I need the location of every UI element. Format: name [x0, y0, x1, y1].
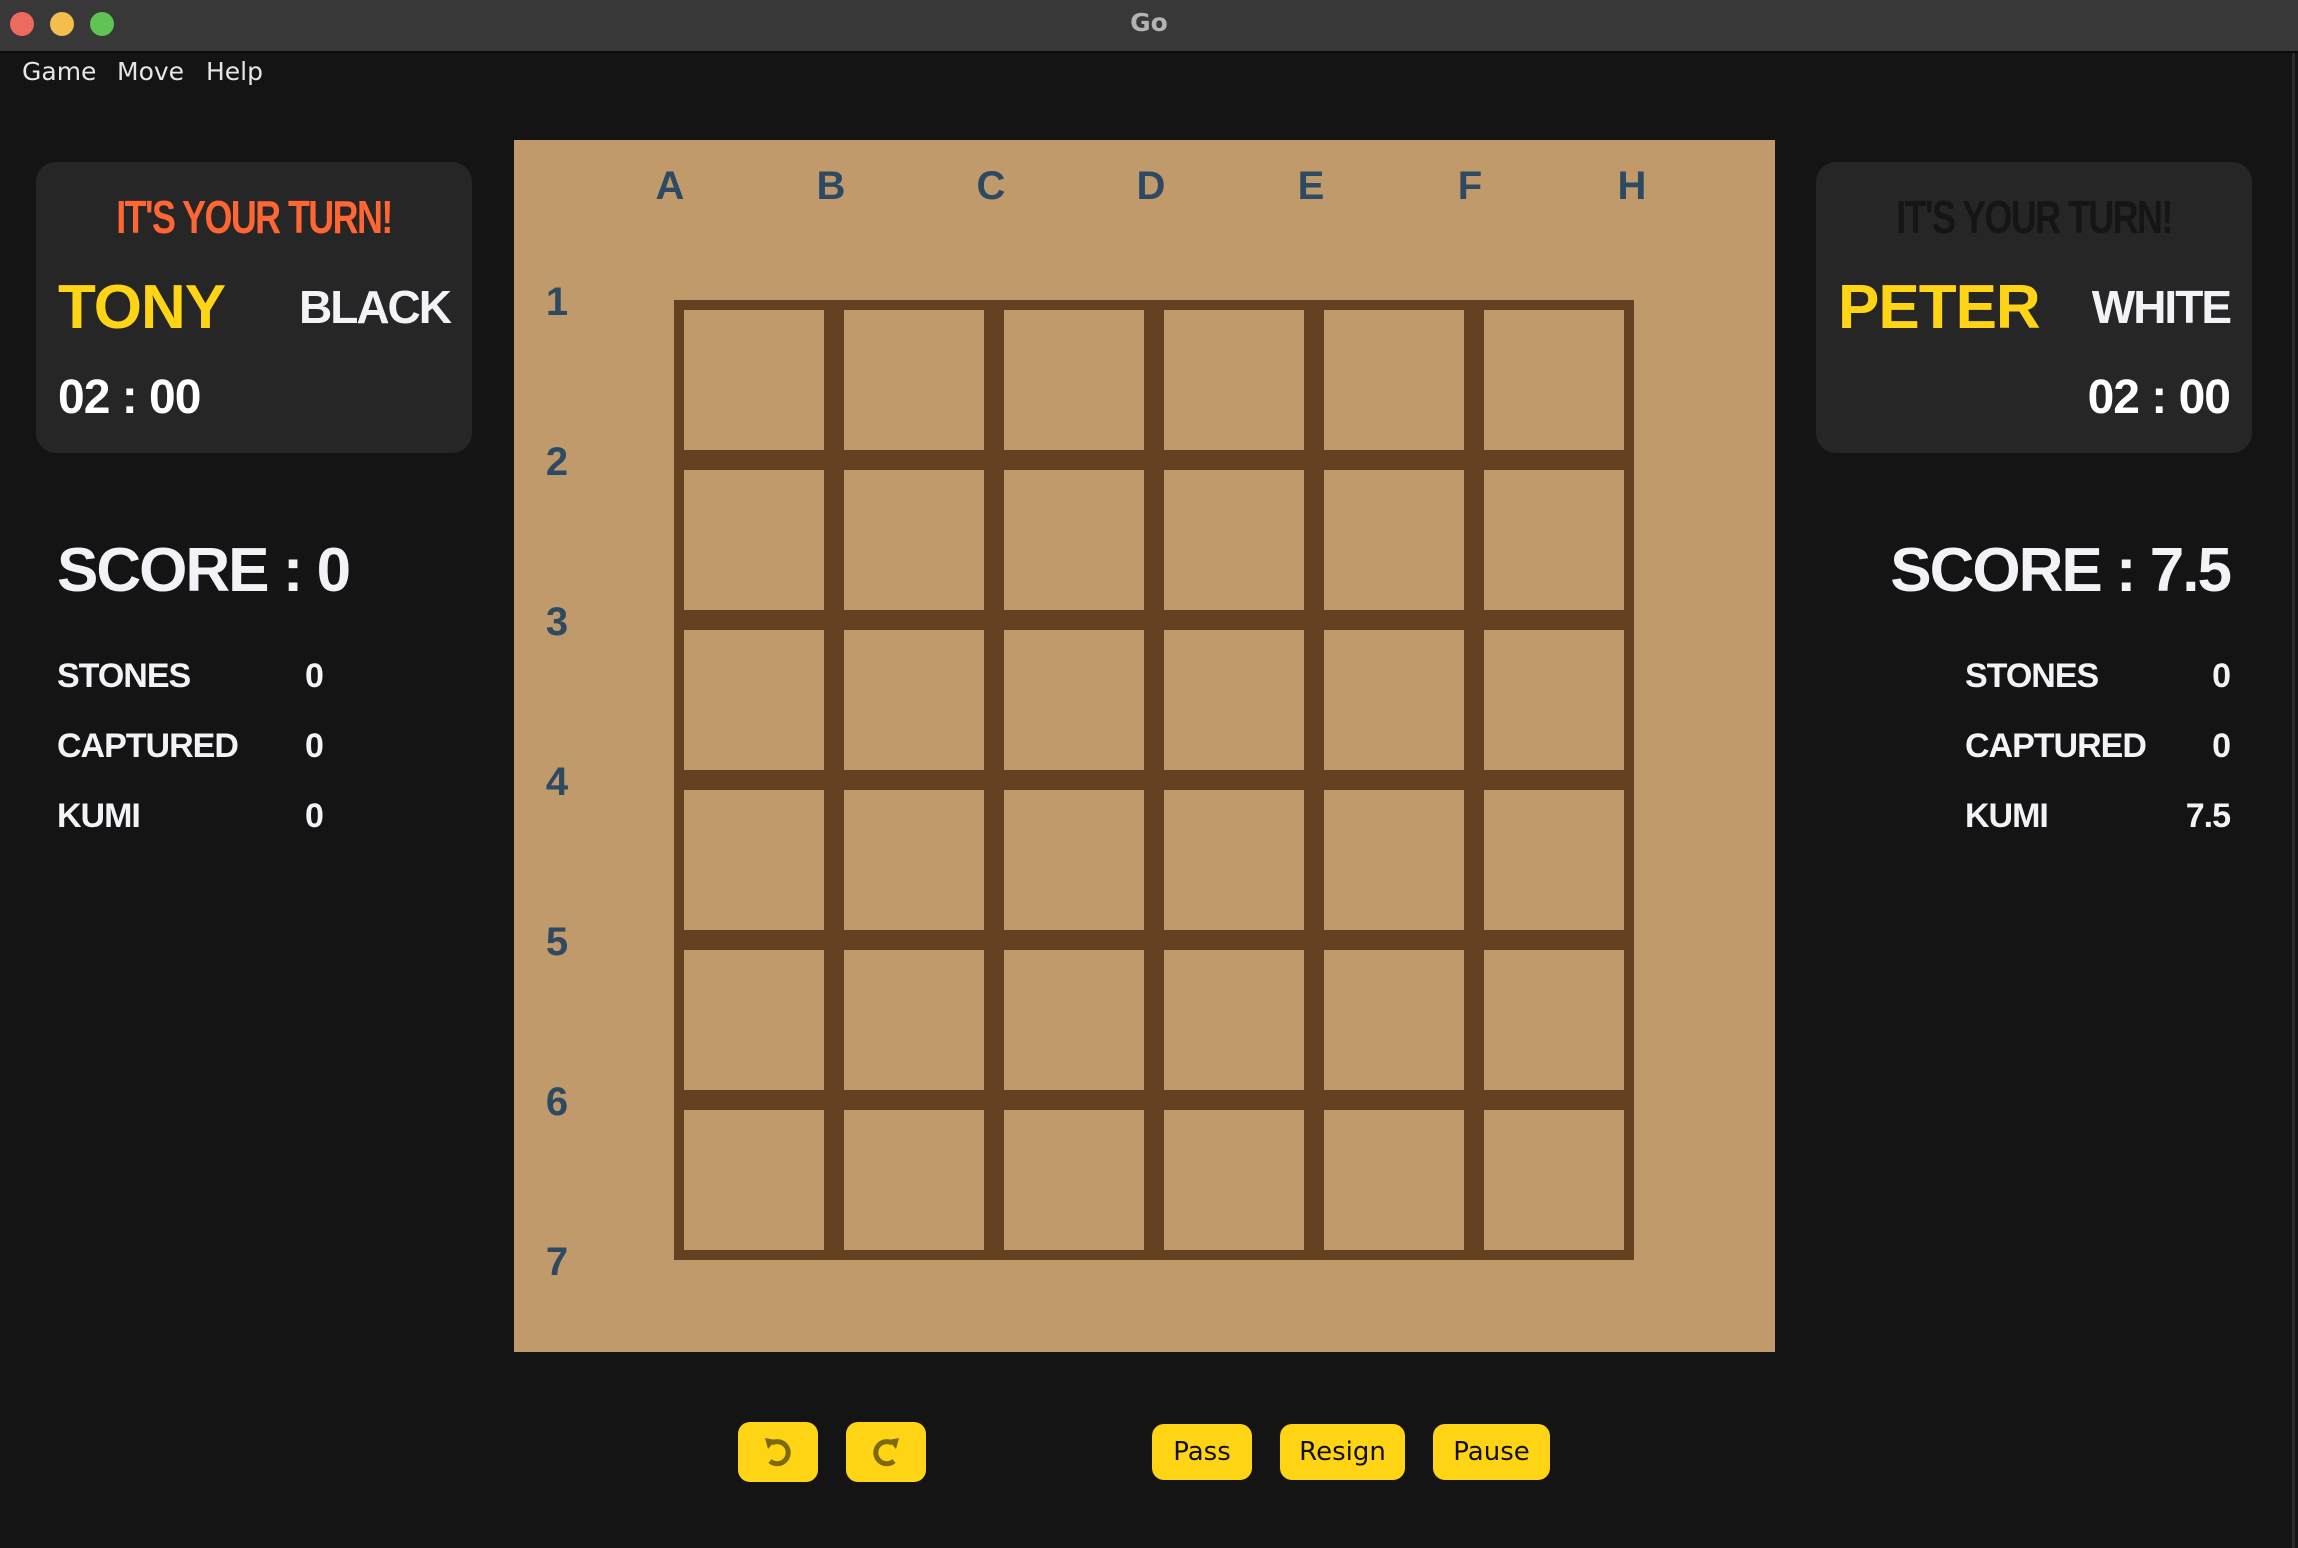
player2-name: PETER: [1838, 273, 2041, 342]
board-cell[interactable]: [1164, 470, 1304, 610]
player1-captured-label: CAPTURED: [57, 727, 239, 765]
title-bar: Go: [0, 0, 2298, 53]
board-cell[interactable]: [684, 950, 824, 1090]
resign-button[interactable]: Resign: [1280, 1424, 1405, 1480]
player2-kumi-value: 7.5: [2185, 797, 2231, 835]
board-cell[interactable]: [1484, 470, 1624, 610]
player2-stone-color: WHITE: [2091, 281, 2232, 333]
row-label: 4: [545, 760, 569, 804]
menu-bar: Game Move Help: [0, 53, 2298, 101]
window-edge: [2292, 53, 2295, 1548]
column-label: B: [816, 164, 846, 208]
player1-stones-value: 0: [305, 657, 324, 695]
board-cell[interactable]: [1484, 950, 1624, 1090]
board-grid[interactable]: [674, 300, 1634, 1260]
board-cell[interactable]: [1004, 790, 1144, 930]
column-label: A: [655, 164, 685, 208]
player1-turn-indicator: IT'S YOUR TURN!: [116, 191, 393, 243]
board-cell[interactable]: [684, 790, 824, 930]
board-cell[interactable]: [1324, 470, 1464, 610]
board-cell[interactable]: [684, 310, 824, 450]
column-label: H: [1617, 164, 1647, 208]
player2-captured-value: 0: [2212, 727, 2231, 765]
player1-kumi-value: 0: [305, 797, 324, 835]
player2-stones-value: 0: [2212, 657, 2231, 695]
player1-stones-label: STONES: [57, 657, 191, 695]
board-cell[interactable]: [844, 950, 984, 1090]
player2-turn-indicator: IT'S YOUR TURN!: [1896, 191, 2173, 243]
undo-icon: [765, 1438, 791, 1467]
column-label: E: [1297, 164, 1325, 208]
board-cell[interactable]: [1004, 950, 1144, 1090]
board-cell[interactable]: [844, 630, 984, 770]
player1-kumi-label: KUMI: [57, 797, 141, 835]
pass-button[interactable]: Pass: [1152, 1424, 1252, 1480]
board-cell[interactable]: [844, 310, 984, 450]
player1-name: TONY: [58, 273, 226, 342]
player2-score: SCORE : 7.5: [1890, 536, 2232, 605]
board-cell[interactable]: [684, 630, 824, 770]
board-cell[interactable]: [684, 470, 824, 610]
row-label: 2: [545, 440, 569, 484]
undo-button[interactable]: [738, 1422, 818, 1482]
player1-captured-value: 0: [305, 727, 324, 765]
board-cell[interactable]: [684, 1110, 824, 1250]
board-cell[interactable]: [1484, 310, 1624, 450]
board-cell[interactable]: [844, 1110, 984, 1250]
row-label: 1: [545, 280, 569, 324]
player2-kumi-label: KUMI: [1965, 797, 2049, 835]
player2-captured-label: CAPTURED: [1965, 727, 2147, 765]
board-cell[interactable]: [1164, 310, 1304, 450]
board-cell[interactable]: [1004, 310, 1144, 450]
board-cell[interactable]: [1324, 1110, 1464, 1250]
menu-move[interactable]: Move: [117, 57, 184, 86]
go-board: A B C D E F H 1 2 3 4 5 6 7: [514, 140, 1775, 1352]
menu-game[interactable]: Game: [22, 57, 96, 86]
board-cell[interactable]: [1004, 630, 1144, 770]
row-label: 7: [545, 1240, 569, 1284]
board-cell[interactable]: [1484, 790, 1624, 930]
board-cell[interactable]: [1484, 630, 1624, 770]
player2-stones-label: STONES: [1965, 657, 2099, 695]
board-cell[interactable]: [1164, 790, 1304, 930]
pause-button[interactable]: Pause: [1433, 1424, 1550, 1480]
board-cell[interactable]: [1484, 1110, 1624, 1250]
row-label: 3: [545, 600, 569, 644]
redo-icon: [873, 1438, 899, 1467]
window-title: Go: [1130, 8, 1168, 37]
board-cell[interactable]: [1324, 950, 1464, 1090]
player2-card: IT'S YOUR TURN! PETER WHITE 02 : 00: [1816, 162, 2252, 453]
player1-score: SCORE : 0: [57, 536, 351, 605]
column-label: F: [1457, 164, 1483, 208]
board-cell[interactable]: [1164, 1110, 1304, 1250]
board-cell[interactable]: [1004, 1110, 1144, 1250]
player1-card: IT'S YOUR TURN! TONY BLACK 02 : 00: [36, 162, 472, 453]
column-label: D: [1136, 164, 1166, 208]
board-cell[interactable]: [1324, 630, 1464, 770]
board-cell[interactable]: [1004, 470, 1144, 610]
board-cell[interactable]: [1324, 790, 1464, 930]
board-cell[interactable]: [844, 470, 984, 610]
player2-timer: 02 : 00: [2087, 371, 2231, 424]
board-cell[interactable]: [1324, 310, 1464, 450]
board-cell[interactable]: [1164, 950, 1304, 1090]
row-label: 6: [545, 1080, 569, 1124]
player1-stone-color: BLACK: [299, 281, 452, 333]
board-cell[interactable]: [844, 790, 984, 930]
board-cell[interactable]: [1164, 630, 1304, 770]
row-label: 5: [545, 920, 569, 964]
redo-button[interactable]: [846, 1422, 926, 1482]
column-label: C: [976, 164, 1006, 208]
menu-help[interactable]: Help: [206, 57, 263, 86]
player1-timer: 02 : 00: [58, 371, 201, 424]
